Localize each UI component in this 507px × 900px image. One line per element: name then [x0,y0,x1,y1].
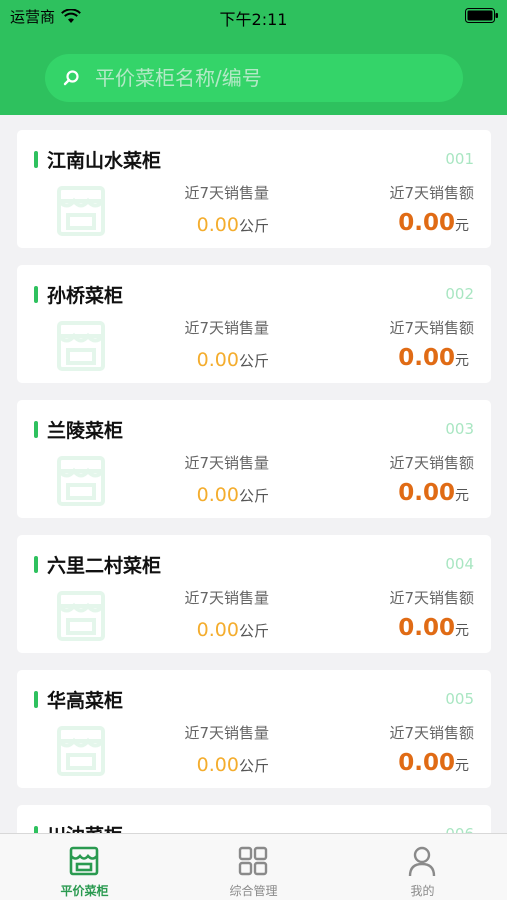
cabinet-name: 兰陵菜柜 [47,420,124,442]
card-accent-bar [34,151,38,168]
quantity-value: 0.00公斤 [172,754,269,776]
amount-unit: 元 [455,488,469,504]
quantity-value: 0.00公斤 [172,619,269,641]
quantity-label: 近7天销售量 [184,589,269,607]
card-accent-bar [34,421,38,438]
amount-number: 0.00 [398,750,455,776]
amount-number: 0.00 [398,615,455,641]
tab-label: 综合管理 [229,884,278,898]
amount-value: 0.00元 [398,345,469,371]
amount-number: 0.00 [398,210,455,236]
cabinet-card[interactable]: 兰陵菜柜 003 近7天销售量 0.00公斤 近7天销售额 0.00元 [17,400,491,518]
cabinet-name: 江南山水菜柜 [47,150,162,172]
tab-label: 平价菜柜 [60,884,109,898]
quantity-number: 0.00 [196,754,239,776]
amount-value: 0.00元 [398,615,469,641]
quantity-label: 近7天销售量 [184,454,269,472]
cabinet-code: 005 [445,690,474,708]
quantity-value: 0.00公斤 [172,349,269,371]
amount-number: 0.00 [398,480,455,506]
amount-label: 近7天销售额 [389,589,474,607]
store-icon [57,186,105,236]
amount-label: 近7天销售额 [389,724,474,742]
search-icon [63,70,79,86]
cabinet-name: 川油菜柜 [47,821,123,833]
store-icon [57,456,105,506]
quantity-number: 0.00 [196,214,239,236]
store-icon [57,591,105,641]
quantity-unit: 公斤 [238,622,269,640]
cabinet-code: 006 [445,825,474,833]
amount-unit: 元 [455,758,469,774]
tab-cabinets[interactable]: 平价菜柜 [0,834,169,900]
cabinet-card[interactable]: 江南山水菜柜 001 近7天销售量 0.00公斤 近7天销售额 0.00元 [17,130,491,248]
tab-bar: 平价菜柜 综合管理 我的 [0,833,507,900]
cabinet-card[interactable]: 华高菜柜 005 近7天销售量 0.00公斤 近7天销售额 0.00元 [17,670,491,788]
amount-unit: 元 [455,353,469,369]
card-accent-bar [34,286,38,303]
cabinet-name: 六里二村菜柜 [47,555,162,577]
cabinet-list[interactable]: 江南山水菜柜 001 近7天销售量 0.00公斤 近7天销售额 0.00元 孙桥… [0,115,507,833]
quantity-number: 0.00 [196,349,239,371]
quantity-value: 0.00公斤 [172,214,269,236]
amount-label: 近7天销售额 [389,184,474,202]
search-bar[interactable] [45,54,463,102]
quantity-label: 近7天销售量 [184,319,269,337]
store-icon [69,846,99,876]
quantity-unit: 公斤 [238,217,269,235]
cabinet-code: 004 [445,555,474,573]
cabinet-code: 001 [445,150,474,168]
amount-label: 近7天销售额 [389,319,474,337]
tab-management[interactable]: 综合管理 [169,834,338,900]
quantity-number: 0.00 [196,619,239,641]
grid-icon [238,846,268,876]
cabinet-code: 003 [445,420,474,438]
amount-unit: 元 [455,623,469,639]
amount-value: 0.00元 [398,210,469,236]
cabinet-name: 孙桥菜柜 [47,285,124,307]
quantity-unit: 公斤 [238,487,269,505]
status-bar: 运营商 下午2:11 [0,0,507,32]
quantity-unit: 公斤 [238,352,269,370]
header: 运营商 下午2:11 [0,0,507,115]
card-accent-bar [34,691,38,708]
cabinet-card[interactable]: 川油菜柜 006 [17,805,491,833]
amount-value: 0.00元 [398,480,469,506]
tab-profile[interactable]: 我的 [338,834,507,900]
cabinet-name: 华高菜柜 [47,690,124,712]
search-input[interactable] [95,54,455,102]
clock: 下午2:11 [219,10,288,29]
tab-label: 我的 [410,884,435,898]
amount-value: 0.00元 [398,750,469,776]
quantity-value: 0.00公斤 [172,484,269,506]
cabinet-code: 002 [445,285,474,303]
user-icon [408,846,436,877]
cabinet-card[interactable]: 六里二村菜柜 004 近7天销售量 0.00公斤 近7天销售额 0.00元 [17,535,491,653]
quantity-unit: 公斤 [238,757,269,775]
amount-number: 0.00 [398,345,455,371]
quantity-label: 近7天销售量 [184,184,269,202]
cabinet-card[interactable]: 孙桥菜柜 002 近7天销售量 0.00公斤 近7天销售额 0.00元 [17,265,491,383]
amount-label: 近7天销售额 [389,454,474,472]
store-icon [57,726,105,776]
quantity-number: 0.00 [196,484,239,506]
amount-unit: 元 [455,218,469,234]
store-icon [57,321,105,371]
card-accent-bar [34,556,38,573]
card-accent-bar [34,826,38,833]
battery-icon [465,8,498,23]
quantity-label: 近7天销售量 [184,724,269,742]
